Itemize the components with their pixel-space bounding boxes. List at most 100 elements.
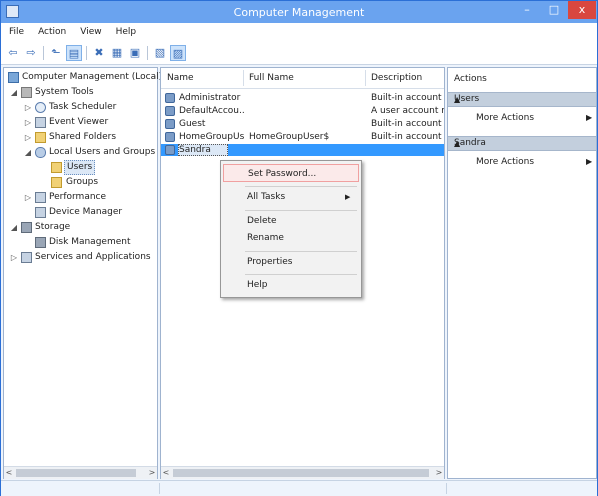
column-description[interactable]: Description	[371, 68, 422, 88]
computer-icon	[8, 72, 19, 83]
tree-item-label: Shared Folders	[49, 132, 117, 142]
submenu-arrow-icon: ▶	[586, 113, 593, 122]
forward-arrow-icon[interactable]: ⇨	[23, 45, 39, 61]
menu-view[interactable]: View	[80, 23, 101, 42]
tree-item-label: Device Manager	[49, 207, 123, 217]
tree-item-label: Disk Management	[49, 237, 131, 247]
folder-icon	[51, 177, 62, 188]
menu-item-delete[interactable]: Delete	[223, 212, 359, 230]
show-hide-tree-icon[interactable]: ▤	[66, 45, 82, 61]
more-actions-sandra[interactable]: More Actions ▶	[476, 155, 592, 169]
console-tree-pane: Computer Management (Local) ◢ System Too…	[3, 67, 162, 479]
user-icon	[165, 106, 175, 116]
collapse-icon[interactable]: ▲	[454, 93, 592, 106]
expander-icon[interactable]: ◢	[10, 85, 18, 100]
back-arrow-icon[interactable]: ⇦	[5, 45, 21, 61]
storage-icon	[21, 222, 32, 233]
help-icon[interactable]: ▧	[152, 45, 168, 61]
menu-item-label: All Tasks	[247, 192, 286, 202]
user-icon	[165, 132, 175, 142]
collapse-icon[interactable]: ▲	[454, 137, 592, 150]
folder-icon	[51, 162, 62, 173]
menu-item-set-password[interactable]: Set Password...	[223, 164, 359, 182]
more-actions-users[interactable]: More Actions ▶	[476, 111, 592, 125]
title-bar[interactable]: Computer Management – □ x	[1, 1, 597, 23]
tree-item-label: Event Viewer	[49, 117, 109, 127]
expander-icon[interactable]: ▷	[24, 190, 32, 205]
menu-divider	[245, 210, 357, 211]
services-icon	[21, 252, 32, 263]
menu-item-label: Set Password...	[248, 169, 317, 179]
maximize-button[interactable]: □	[541, 1, 567, 19]
expander-icon[interactable]: ◢	[10, 220, 18, 235]
device-manager-icon	[35, 207, 46, 218]
actions-section-sandra[interactable]: Sandra ▲	[448, 136, 596, 151]
table-row[interactable]: DefaultAccou... A user account m	[161, 105, 444, 117]
tree-root-label: Computer Management (Local)	[22, 72, 163, 82]
menu-file[interactable]: File	[9, 23, 24, 42]
menu-item-help[interactable]: Help	[223, 276, 359, 294]
menu-item-properties[interactable]: Properties	[223, 253, 359, 271]
row-description: A user account m	[371, 106, 444, 116]
expander-icon[interactable]: ◢	[24, 145, 32, 160]
close-button[interactable]: x	[568, 1, 596, 19]
scroll-thumb[interactable]	[173, 469, 429, 477]
menu-item-rename[interactable]: Rename	[223, 229, 359, 247]
column-separator[interactable]	[365, 70, 366, 86]
submenu-arrow-icon: ▶	[345, 193, 351, 201]
tree-item-label: Services and Applications	[35, 252, 151, 262]
table-row[interactable]: HomeGroupUs... HomeGroupUser$ Built-in a…	[161, 131, 444, 143]
tree-item-label: Groups	[66, 177, 99, 187]
tree-item-label: System Tools	[35, 87, 94, 97]
menu-action[interactable]: Action	[38, 23, 66, 42]
menu-item-label: Properties	[247, 257, 293, 267]
column-separator[interactable]	[243, 70, 244, 86]
list-horizontal-scrollbar[interactable]: < >	[161, 466, 444, 479]
delete-icon[interactable]: ✖	[91, 45, 107, 61]
up-folder-icon[interactable]: ⬑	[48, 45, 64, 61]
expander-icon[interactable]: ▷	[10, 250, 18, 265]
menu-item-all-tasks[interactable]: All Tasks ▶	[223, 188, 359, 206]
context-menu: Set Password... All Tasks ▶ Delete Renam…	[220, 160, 362, 298]
status-bar	[1, 480, 597, 496]
status-divider	[159, 483, 160, 494]
menu-help[interactable]: Help	[116, 23, 137, 42]
minimize-button[interactable]: –	[514, 1, 540, 19]
shared-folder-icon	[35, 132, 46, 143]
clock-icon	[35, 102, 46, 113]
scroll-right-icon[interactable]: >	[147, 467, 157, 479]
menu-divider	[245, 274, 357, 275]
row-description: Built-in account	[371, 93, 442, 103]
scroll-right-icon[interactable]: >	[434, 467, 444, 479]
expander-icon[interactable]: ▷	[24, 130, 32, 145]
scroll-left-icon[interactable]: <	[4, 467, 14, 479]
refresh-icon[interactable]: ▣	[127, 45, 143, 61]
expander-icon[interactable]: ▷	[24, 115, 32, 130]
actions-header: Actions	[454, 74, 487, 84]
scroll-left-icon[interactable]: <	[161, 467, 171, 479]
row-description: Built-in account	[371, 119, 442, 129]
actions-section-users[interactable]: Users ▲	[448, 92, 596, 107]
tree-horizontal-scrollbar[interactable]: < >	[4, 466, 157, 479]
menu-item-label: Help	[247, 280, 268, 290]
actions-pane: Actions Users ▲ More Actions ▶ Sandra ▲ …	[447, 67, 597, 479]
column-name[interactable]: Name	[167, 68, 194, 88]
table-row[interactable]: Administrator Built-in account	[161, 92, 444, 104]
menu-divider	[245, 186, 357, 187]
scroll-thumb[interactable]	[16, 469, 136, 477]
user-icon	[165, 93, 175, 103]
tree-item-label: Users	[64, 160, 96, 175]
menu-bar: File Action View Help	[1, 23, 597, 42]
status-divider	[446, 483, 447, 494]
submenu-arrow-icon: ▶	[586, 157, 593, 166]
expander-icon[interactable]: ▷	[24, 100, 32, 115]
show-hide-action-pane-icon[interactable]: ▨	[170, 45, 186, 61]
toolbar-separator	[147, 46, 148, 60]
table-row-selected[interactable]: Sandra	[161, 144, 444, 156]
menu-item-label: Delete	[247, 216, 277, 226]
row-full-name: HomeGroupUser$	[249, 132, 330, 142]
properties-icon[interactable]: ▦	[109, 45, 125, 61]
table-row[interactable]: Guest Built-in account	[161, 118, 444, 130]
column-full-name[interactable]: Full Name	[249, 68, 294, 88]
row-description: Built-in account	[371, 132, 442, 142]
